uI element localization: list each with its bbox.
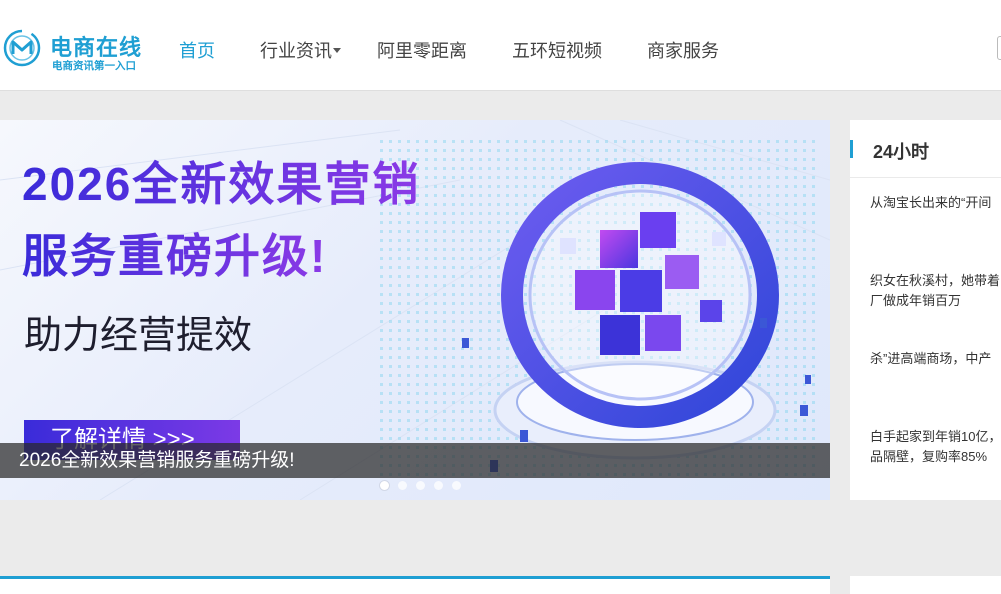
banner-headline-line1: 2026全新效果营销 <box>22 148 420 214</box>
carousel-dot[interactable] <box>416 481 425 490</box>
sidebar-panel <box>850 576 1001 594</box>
sidebar-24h: 24小时 从淘宝长出来的“开间 织女在秋溪村，她带着 厂做成年销百万 杀”进高端… <box>850 120 1001 500</box>
header-search-button[interactable] <box>997 36 1001 60</box>
news-item-line: 品隔壁，复购率85% <box>870 449 988 464</box>
news-list-item[interactable]: 织女在秋溪村，她带着 厂做成年销百万 <box>870 271 1001 311</box>
news-list-item[interactable]: 白手起家到年销10亿， 品隔壁，复购率85% <box>870 427 1001 467</box>
news-item-line: 从淘宝长出来的“开间 <box>870 195 992 210</box>
content-panel <box>0 576 830 594</box>
news-item-line: 杀”进高端商场，中产 <box>870 351 992 366</box>
banner-caption[interactable]: 2026全新效果营销服务重磅升级! <box>0 443 830 478</box>
site-header: 电商在线 电商资讯第一入口 首页 行业资讯 阿里零距离 五环短视频 商家服务 <box>0 0 1001 91</box>
logo-subtitle: 电商资讯第一入口 <box>52 60 136 72</box>
carousel-dot[interactable] <box>380 481 389 490</box>
carousel-dot[interactable] <box>452 481 461 490</box>
caret-down-icon <box>333 47 341 53</box>
banner-headline-line2: 服务重磅升级! <box>22 220 327 286</box>
news-item-line: 厂做成年销百万 <box>870 293 962 308</box>
news-item-line: 织女在秋溪村，她带着 <box>870 273 1001 288</box>
nav-item-home[interactable]: 首页 <box>179 37 215 63</box>
news-list-item[interactable]: 从淘宝长出来的“开间 <box>870 193 1001 213</box>
ecommerce-m-logo-icon <box>3 29 41 67</box>
nav-item-ali-zero-distance[interactable]: 阿里零距离 <box>377 37 467 63</box>
site-logo[interactable]: 电商在线 电商资讯第一入口 <box>2 28 152 72</box>
sidebar-accent-bar <box>850 140 853 158</box>
banner-carousel[interactable]: 2026全新效果营销 服务重磅升级! 助力经营提效 了解详情 >>> 2026全… <box>0 120 830 500</box>
carousel-dot[interactable] <box>398 481 407 490</box>
nav-item-merchant-services[interactable]: 商家服务 <box>647 37 719 63</box>
sidebar-title: 24小时 <box>873 142 930 162</box>
banner-tagline: 助力经营提效 <box>24 315 253 357</box>
sidebar-header: 24小时 <box>850 120 1001 178</box>
carousel-dot[interactable] <box>434 481 443 490</box>
news-item-line: 白手起家到年销10亿， <box>870 429 1001 444</box>
nav-item-industry-news[interactable]: 行业资讯 <box>260 37 341 63</box>
nav-item-short-video[interactable]: 五环短视频 <box>512 37 602 63</box>
news-list-item[interactable]: 杀”进高端商场，中产 <box>870 349 1001 369</box>
nav-item-label: 行业资讯 <box>260 41 332 61</box>
